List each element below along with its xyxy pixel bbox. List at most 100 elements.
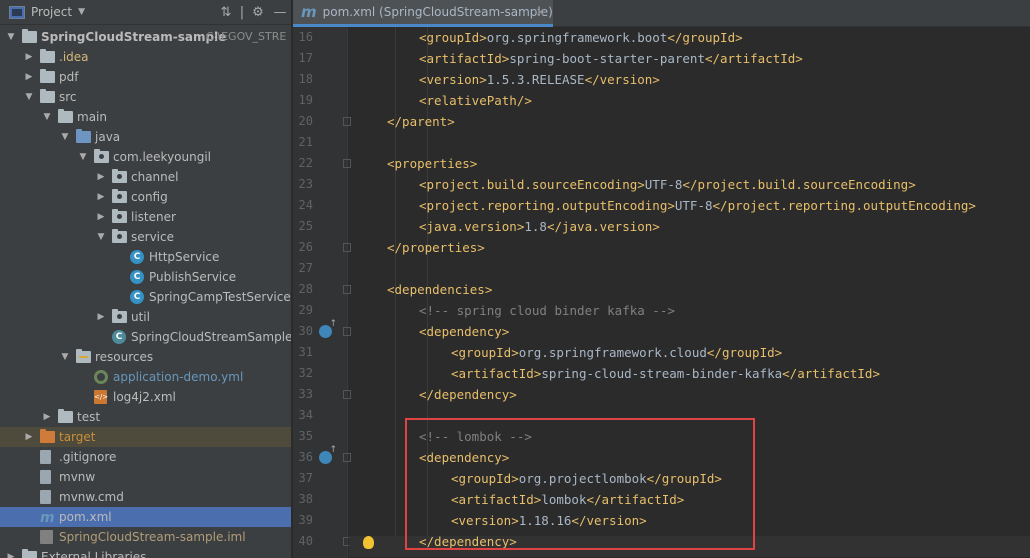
library-icon: [22, 549, 37, 558]
tree-item[interactable]: ▶ .idea: [0, 47, 291, 67]
xml-tag: </project.reporting.outputEncoding>: [712, 198, 976, 213]
editor: m pom.xml (SpringCloudStream-sample) ✕ 1…: [293, 0, 1030, 558]
tree-item[interactable]: ▶ channel: [0, 167, 291, 187]
chevron-right-icon[interactable]: ▶: [24, 427, 34, 447]
tree-item[interactable]: ▼ com.leekyoungil: [0, 147, 291, 167]
tree-item-label: resources: [95, 350, 154, 364]
maven-icon: m: [301, 3, 317, 21]
xml-text: org.springframework.boot: [486, 30, 668, 45]
line-number: 22: [298, 156, 313, 170]
line-number: 38: [298, 492, 313, 506]
chevron-right-icon[interactable]: ▶: [24, 47, 34, 67]
tree-item[interactable]: ▶ pdf: [0, 67, 291, 87]
xml-tag: <artifactId>: [451, 366, 542, 381]
xml-text: org.springframework.cloud: [518, 345, 707, 360]
tree-item-label: channel: [131, 170, 179, 184]
code-line: <!-- lombok -->: [419, 426, 532, 447]
close-icon[interactable]: ✕: [536, 6, 545, 19]
gear-icon[interactable]: ⚙: [247, 5, 269, 20]
tree-item[interactable]: ▼ SpringCloudStream-sample C:\EGOV_STRE: [0, 27, 291, 47]
tree-item[interactable]: ▼ resources: [0, 347, 291, 367]
chevron-down-icon[interactable]: ▼: [6, 27, 16, 47]
tree-item-label: main: [77, 110, 107, 124]
tree-item[interactable]: C SpringCloudStreamSampleAp: [0, 327, 291, 347]
line-number: 28: [298, 282, 313, 296]
xml-text: UTF-8: [674, 198, 713, 213]
tree-item[interactable]: C PublishService: [0, 267, 291, 287]
tree-item[interactable]: m pom.xml: [0, 507, 291, 527]
xml-tag: <relativePath/>: [419, 93, 532, 108]
tree-item[interactable]: ▼ main: [0, 107, 291, 127]
chevron-right-icon[interactable]: ▶: [96, 187, 106, 207]
tree-item[interactable]: C SpringCampTestService: [0, 287, 291, 307]
xml-tag: <project.reporting.outputEncoding>: [419, 198, 675, 213]
tree-item[interactable]: ▼ java: [0, 127, 291, 147]
xml-text: spring-cloud-stream-binder-kafka: [541, 366, 783, 381]
package-icon: [112, 189, 127, 203]
tree-item[interactable]: ▶ test: [0, 407, 291, 427]
chevron-right-icon[interactable]: ▶: [96, 167, 106, 187]
xml-text: 1.18.16: [518, 513, 572, 528]
code-line: <groupId>org.springframework.boot</group…: [419, 27, 743, 48]
tree-item[interactable]: ▶ config: [0, 187, 291, 207]
tree-item[interactable]: .gitignore: [0, 447, 291, 467]
line-number: 23: [298, 177, 313, 191]
editor-gutter: 16 17 18 19 20 21 22 23 24 25 26 27 28 29 30 31 32 33 34 35…: [293, 27, 351, 558]
chevron-right-icon[interactable]: ▶: [42, 407, 52, 427]
tree-item-label: SpringCloudStreamSampleAp: [131, 330, 292, 344]
chevron-right-icon[interactable]: ▶: [96, 307, 106, 327]
line-number: 39: [298, 513, 313, 527]
xml-text: lombok: [541, 492, 587, 507]
xml-tag: <version>: [451, 513, 519, 528]
chevron-right-icon[interactable]: ▶: [6, 547, 16, 558]
tree-item[interactable]: ▶ External Libraries: [0, 547, 291, 558]
tree-item[interactable]: </> log4j2.xml: [0, 387, 291, 407]
spring-class-icon: C: [112, 330, 126, 344]
xml-tag: </artifactId>: [782, 366, 880, 381]
tree-item[interactable]: ▶ util: [0, 307, 291, 327]
tree-item[interactable]: ▶ target: [0, 427, 291, 447]
xml-tag: </groupId>: [646, 471, 722, 486]
tree-item[interactable]: C HttpService: [0, 247, 291, 267]
tree-item[interactable]: ▼ service: [0, 227, 291, 247]
line-number: 30: [298, 324, 313, 338]
tree-item[interactable]: SpringCloudStream-sample.iml: [0, 527, 291, 547]
chevron-down-icon[interactable]: ▼: [24, 87, 34, 107]
chevron-down-icon[interactable]: ▼: [42, 107, 52, 127]
folder-icon: [40, 89, 55, 103]
tree-item[interactable]: mvnw.cmd: [0, 487, 291, 507]
lightbulb-icon[interactable]: [363, 536, 374, 549]
tree-item[interactable]: application-demo.yml: [0, 367, 291, 387]
hide-panel-icon[interactable]: —: [269, 5, 291, 20]
project-panel-toolbar: ⇅ | ⚙ —: [215, 0, 291, 25]
xml-tag: <groupId>: [419, 30, 487, 45]
line-number: 36: [298, 450, 313, 464]
chevron-down-icon[interactable]: ▼: [78, 147, 88, 167]
xml-tag: <groupId>: [451, 471, 519, 486]
chevron-right-icon[interactable]: ▶: [96, 207, 106, 227]
code-area[interactable]: <groupId>org.springframework.boot</group…: [349, 27, 1030, 558]
collapse-all-icon[interactable]: ⇅: [215, 5, 237, 20]
chevron-down-icon[interactable]: ▼: [78, 7, 85, 17]
tree-item-label: util: [131, 310, 150, 324]
dependency-gutter-icon[interactable]: [319, 445, 337, 464]
code-line: <project.reporting.outputEncoding>UTF-8<…: [419, 195, 976, 216]
tree-item[interactable]: mvnw: [0, 467, 291, 487]
chevron-down-icon[interactable]: ▼: [60, 347, 70, 367]
tree-item[interactable]: ▶ listener: [0, 207, 291, 227]
tree-item-label: pom.xml: [59, 510, 112, 524]
dependency-gutter-icon[interactable]: [319, 319, 337, 338]
tab-pom-xml[interactable]: m pom.xml (SpringCloudStream-sample) ✕: [293, 0, 553, 27]
iml-icon: [40, 530, 53, 544]
tree-item[interactable]: ▼ src: [0, 87, 291, 107]
chevron-down-icon[interactable]: ▼: [96, 227, 106, 247]
code-line: <dependency>: [419, 321, 509, 342]
project-panel: Project ▼ ⇅ | ⚙ — ▼ SpringCloudStream-sam…: [0, 0, 292, 558]
line-number: 37: [298, 471, 313, 485]
line-number: 33: [298, 387, 313, 401]
chevron-right-icon[interactable]: ▶: [24, 67, 34, 87]
line-number: 25: [298, 219, 313, 233]
chevron-down-icon[interactable]: ▼: [60, 127, 70, 147]
project-panel-header[interactable]: Project ▼ ⇅ | ⚙ —: [0, 0, 291, 25]
xml-comment: <!-- lombok -->: [419, 429, 532, 444]
